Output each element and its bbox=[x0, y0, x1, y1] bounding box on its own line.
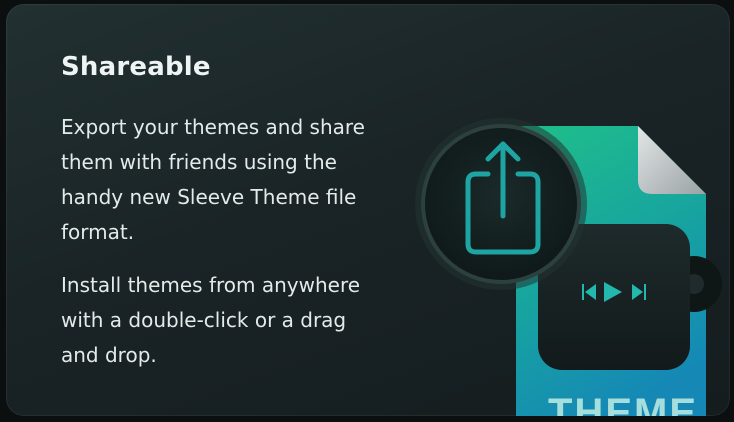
feature-description-export: Export your themes and share them with f… bbox=[61, 115, 365, 244]
feature-card: Shareable Export your themes and share t… bbox=[6, 4, 730, 416]
file-label: THEME bbox=[548, 391, 698, 416]
feature-description-install: Install themes from anywhere with a doub… bbox=[61, 273, 361, 367]
share-icon bbox=[415, 118, 587, 290]
shareable-illustration: THEME bbox=[406, 104, 730, 416]
feature-title: Shareable bbox=[61, 52, 211, 82]
